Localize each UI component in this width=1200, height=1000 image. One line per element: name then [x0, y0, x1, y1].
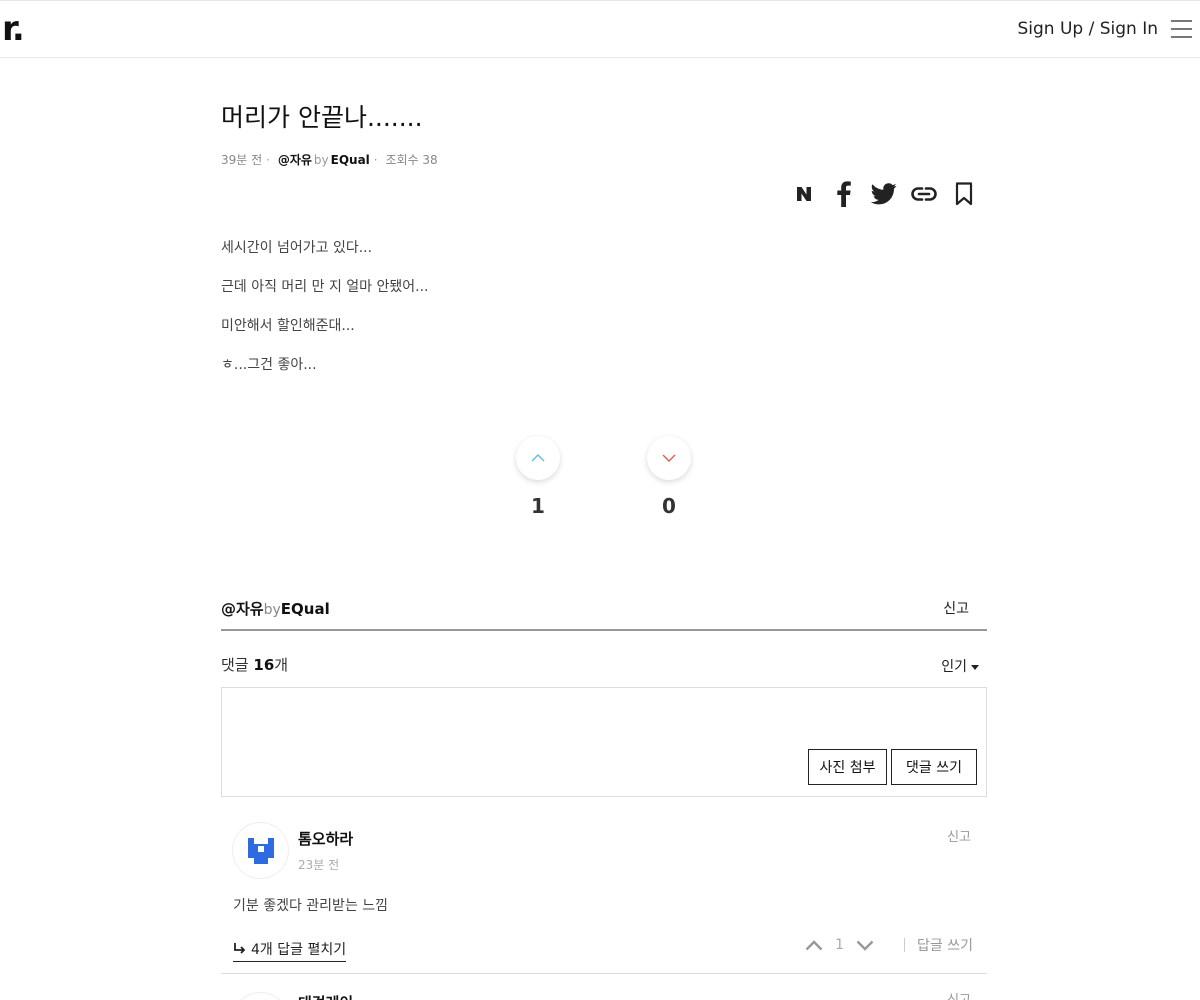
sign-in-link[interactable]: Sign Up / Sign In — [1017, 19, 1158, 39]
comment-item: 대걸레이 신고 — [221, 975, 987, 1000]
views-label: 조회수 — [385, 153, 419, 167]
comment-item: 톰오하라 23분 전 신고 기분 좋겠다 관리받는 느낌 4개 답글 펼치기 1… — [221, 815, 987, 974]
attach-photo-button[interactable]: 사진 첨부 — [808, 749, 887, 785]
comment-count-number: 16 — [253, 656, 275, 674]
comment-count: 댓글 16개 — [221, 654, 987, 675]
report-comment-button[interactable]: 신고 — [947, 826, 971, 845]
comment-count-suffix: 개 — [274, 656, 289, 674]
downvote-count: 0 — [662, 494, 676, 518]
avatar[interactable] — [233, 823, 288, 878]
upvote-group: 1 — [516, 436, 560, 518]
views-count: 38 — [422, 153, 438, 167]
avatar-pixel-icon — [247, 837, 274, 864]
avatar[interactable] — [233, 993, 288, 1000]
by-label: by — [263, 602, 281, 618]
post-line: ㅎ...그건 좋아... — [221, 357, 317, 373]
sort-dropdown[interactable]: 인기 — [941, 656, 979, 676]
post-line: 미안해서 할인해준대... — [221, 318, 355, 334]
post-line: 근데 아직 머리 만 지 얼마 안됐어... — [221, 279, 429, 295]
caret-down-icon — [971, 664, 979, 670]
reply-arrow-icon — [234, 943, 246, 954]
upvote-count: 1 — [531, 494, 545, 518]
post-title: 머리가 안끝나....... — [221, 103, 423, 132]
link-icon[interactable] — [910, 180, 938, 208]
comment-author[interactable]: 대걸레이 — [298, 992, 353, 1000]
post-time: 39분 전 — [221, 153, 263, 167]
board-link[interactable]: @자유 — [278, 153, 312, 167]
sort-label: 인기 — [941, 659, 967, 675]
menu-icon[interactable] — [1171, 20, 1192, 38]
board-bar: @자유byEQual 신고 — [221, 596, 987, 631]
author-link[interactable]: EQual — [281, 600, 330, 618]
top-bar: r. Sign Up / Sign In — [0, 0, 1200, 58]
by-label: by — [313, 153, 329, 167]
comment-editor: 사진 첨부 댓글 쓰기 — [221, 687, 987, 797]
divider — [904, 938, 906, 952]
downvote-button[interactable] — [647, 436, 691, 480]
board-author: @자유byEQual — [221, 598, 330, 619]
comments-header: 댓글 16개 인기 — [221, 654, 987, 675]
post-body: 세시간이 넘어가고 있다... 근데 아직 머리 만 지 얼마 안됐어... 미… — [221, 238, 429, 394]
chevron-down-icon — [662, 454, 676, 462]
comment-vote-count: 1 — [835, 937, 845, 953]
comment-author[interactable]: 톰오하라 — [298, 828, 353, 849]
naver-icon[interactable] — [790, 180, 818, 208]
facebook-icon[interactable] — [830, 180, 858, 208]
site-logo[interactable]: r. — [2, 12, 25, 46]
comment-downvote-icon[interactable] — [856, 940, 874, 951]
board-link[interactable]: @자유 — [221, 600, 264, 618]
report-comment-button[interactable]: 신고 — [947, 989, 971, 1000]
expand-replies-button[interactable]: 4개 답글 펼치기 — [233, 939, 347, 962]
post-line: 세시간이 넘어가고 있다... — [221, 240, 373, 256]
comment-upvote-icon[interactable] — [805, 939, 823, 951]
comment-text: 기분 좋겠다 관리받는 느낌 — [233, 898, 389, 914]
share-bar — [790, 180, 978, 208]
twitter-icon[interactable] — [870, 180, 898, 208]
post-meta: 39분 전 · @자유 by EQual · 조회수 38 — [221, 153, 438, 167]
comment-actions: 1 답글 쓰기 — [805, 935, 973, 955]
comment-time: 23분 전 — [298, 858, 340, 872]
comment-count-prefix: 댓글 — [221, 656, 249, 674]
write-comment-button[interactable]: 댓글 쓰기 — [891, 749, 977, 785]
bookmark-icon[interactable] — [950, 180, 978, 208]
author-link[interactable]: EQual — [331, 153, 370, 167]
downvote-group: 0 — [647, 436, 691, 518]
expand-replies-label: 4개 답글 펼치기 — [251, 942, 347, 958]
report-post-button[interactable]: 신고 — [943, 598, 969, 618]
reply-button[interactable]: 답글 쓰기 — [917, 935, 973, 955]
upvote-button[interactable] — [516, 436, 560, 480]
chevron-up-icon — [531, 454, 545, 462]
